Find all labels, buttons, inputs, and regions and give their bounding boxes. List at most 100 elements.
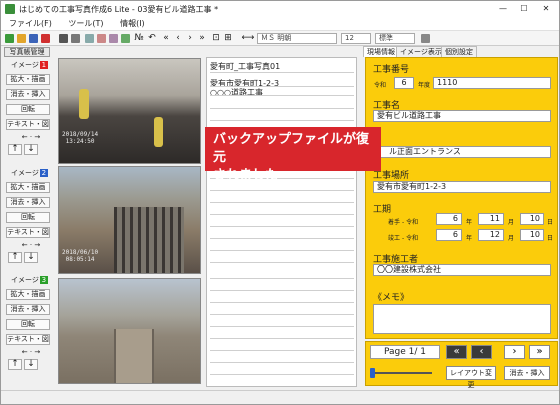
- image2-controls: イメージ 2 拡大・描画 消去・挿入 回転 テキスト・図 ← · → ↑ ↓: [4, 168, 54, 263]
- tool-icon[interactable]: [121, 34, 130, 43]
- end-day-field[interactable]: 10: [520, 229, 544, 241]
- layout-change-button[interactable]: レイアウト変更: [446, 366, 496, 389]
- end-year-field[interactable]: 6: [436, 229, 462, 241]
- paste-icon[interactable]: [97, 34, 106, 43]
- image1-text-button[interactable]: テキスト・図: [6, 119, 50, 130]
- backup-restored-notification: バックアップファイルが復元 されました: [205, 127, 381, 183]
- save-icon[interactable]: [29, 34, 38, 43]
- style-select[interactable]: 標準: [375, 33, 415, 44]
- menu-tools[interactable]: ツール(T): [68, 17, 103, 31]
- undo-icon[interactable]: ↶: [147, 33, 157, 44]
- photo-3[interactable]: [58, 278, 201, 384]
- memo-field[interactable]: [373, 304, 551, 334]
- image2-enlarge-button[interactable]: 拡大・描画: [6, 182, 50, 193]
- copy-icon[interactable]: [85, 34, 94, 43]
- number-button[interactable]: №: [133, 33, 145, 44]
- image3-number: 3: [39, 276, 48, 284]
- start-day-field[interactable]: 10: [520, 213, 544, 225]
- up-icon[interactable]: ↑: [8, 144, 22, 155]
- year-field[interactable]: 6: [394, 77, 414, 89]
- image3-text-button[interactable]: テキスト・図: [6, 334, 50, 345]
- last-page-button[interactable]: »: [529, 345, 550, 359]
- photo-1[interactable]: 2018/09/14 13:24:50: [58, 58, 201, 164]
- image1-updown: ↑ ↓: [8, 144, 54, 155]
- status-bar: [1, 390, 559, 404]
- image2-lr-icon[interactable]: ← · →: [8, 241, 54, 249]
- tab-settings[interactable]: 個別設定: [441, 46, 477, 57]
- menu-info[interactable]: 情報(I): [120, 17, 145, 31]
- sekou-field[interactable]: 〇〇建設株式会社: [373, 264, 551, 276]
- reiwa-label: 令和: [374, 82, 387, 89]
- image3-lr-icon[interactable]: ← · →: [8, 348, 54, 356]
- size-select[interactable]: 12: [341, 33, 371, 44]
- kouji-mei-field-2[interactable]: ル正面エントランス: [373, 146, 551, 158]
- image1-lr-icon[interactable]: ← · →: [8, 133, 54, 141]
- zoom-icon[interactable]: ⊞: [223, 33, 233, 44]
- kouji-mei-field[interactable]: 愛有ビル道路工事: [373, 110, 551, 122]
- zoom-slider[interactable]: [372, 372, 432, 374]
- new-icon[interactable]: [5, 34, 14, 43]
- fit-icon[interactable]: ⊡: [211, 33, 221, 44]
- memo-label: 《メモ》: [373, 293, 410, 303]
- text-line-3: ○○○道路工事: [210, 88, 263, 97]
- pdf-icon[interactable]: [41, 34, 50, 43]
- maximize-button[interactable]: ☐: [515, 3, 533, 15]
- zoom-slider-handle[interactable]: [370, 368, 375, 378]
- print-preview-icon[interactable]: [71, 34, 80, 43]
- prev-page-icon[interactable]: ‹: [173, 33, 183, 44]
- photo-2[interactable]: 2018/06/10 08:05:14: [58, 166, 201, 274]
- tab-image-display[interactable]: イメージ表示: [396, 46, 446, 57]
- first-page-icon[interactable]: «: [161, 33, 171, 44]
- font-select[interactable]: ＭＳ 明朝: [257, 33, 337, 44]
- image2-text-button[interactable]: テキスト・図: [6, 227, 50, 238]
- image3-enlarge-button[interactable]: 拡大・描画: [6, 289, 50, 300]
- resize-icon[interactable]: ⟷: [241, 33, 255, 44]
- rebar-grid: [114, 207, 184, 273]
- image1-delete-button[interactable]: 消去・挿入: [6, 89, 50, 100]
- last-page-icon[interactable]: »: [197, 33, 207, 44]
- image2-label: イメージ 2: [11, 169, 48, 177]
- album-manage-button[interactable]: 写真帳管理: [4, 47, 50, 57]
- next-page-button[interactable]: ›: [504, 345, 525, 359]
- image3-delete-button[interactable]: 消去・挿入: [6, 304, 50, 315]
- open-icon[interactable]: [17, 34, 26, 43]
- color-icon[interactable]: [421, 34, 430, 43]
- down-icon[interactable]: ↓: [24, 252, 38, 263]
- image2-delete-button[interactable]: 消去・挿入: [6, 197, 50, 208]
- page-indicator: Page 1/ 1: [370, 345, 440, 359]
- kouji-number-field[interactable]: 1110: [433, 77, 551, 89]
- delete-insert-button[interactable]: 消去・挿入: [504, 366, 550, 380]
- image1-enlarge-button[interactable]: 拡大・描画: [6, 74, 50, 85]
- image3-controls: イメージ 3 拡大・描画 消去・挿入 回転 テキスト・図 ← · → ↑ ↓: [4, 275, 54, 370]
- image2-number: 2: [39, 169, 48, 177]
- start-year-field[interactable]: 6: [436, 213, 462, 225]
- end-day-unit: 日: [547, 235, 554, 242]
- image2-rotate-button[interactable]: 回転: [6, 212, 50, 223]
- next-page-icon[interactable]: ›: [185, 33, 195, 44]
- prev-page-button[interactable]: ‹: [471, 345, 492, 359]
- up-icon[interactable]: ↑: [8, 252, 22, 263]
- down-icon[interactable]: ↓: [24, 359, 38, 370]
- minimize-button[interactable]: —: [494, 3, 512, 15]
- edit-icon[interactable]: [109, 34, 118, 43]
- kouji-basho-field[interactable]: 愛有市愛有町1-2-3: [373, 181, 551, 193]
- kouji-mei-2-text: ル正面エントランス: [389, 147, 461, 156]
- end-month-field[interactable]: 12: [478, 229, 504, 241]
- menu-bar: ファイル(F) ツール(T) 情報(I): [1, 17, 559, 31]
- start-year-unit: 年: [466, 219, 473, 226]
- image1-rotate-button[interactable]: 回転: [6, 104, 50, 115]
- image3-rotate-button[interactable]: 回転: [6, 319, 50, 330]
- first-page-button[interactable]: «: [446, 345, 467, 359]
- close-button[interactable]: ✕: [537, 3, 555, 15]
- menu-file[interactable]: ファイル(F): [9, 17, 52, 31]
- print-icon[interactable]: [59, 34, 68, 43]
- tab-site-info[interactable]: 現場情報: [363, 46, 399, 57]
- start-month-field[interactable]: 11: [478, 213, 504, 225]
- image1-label: イメージ 1: [11, 61, 48, 69]
- photo-text-area[interactable]: 愛有町_工事写真01 愛有市愛有町1-2-3 ○○○道路工事: [206, 57, 357, 387]
- down-icon[interactable]: ↓: [24, 144, 38, 155]
- title-bar: はじめての工事写真作成6 Lite - 03愛有ビル道路工事 * — ☐ ✕: [1, 1, 559, 17]
- up-icon[interactable]: ↑: [8, 359, 22, 370]
- nendo-label: 年度: [418, 82, 431, 89]
- toolbar: № ↶ « ‹ › » ⊡ ⊞ ⟷ ＭＳ 明朝 12 標準: [1, 31, 559, 46]
